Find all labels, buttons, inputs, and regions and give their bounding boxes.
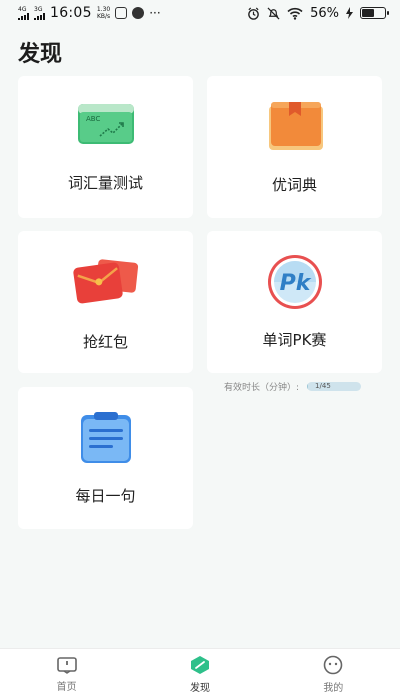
study-timer-progress: 1/45 xyxy=(307,382,362,391)
mute-bell-icon xyxy=(267,7,280,19)
network-speed: 1.30 KB/s xyxy=(97,6,110,20)
study-timer-value: 1/45 xyxy=(315,382,331,390)
card-label: 抢红包 xyxy=(82,333,128,351)
page-title: 发现 xyxy=(18,42,63,67)
tab-label: 首页 xyxy=(56,682,77,693)
charging-icon xyxy=(346,7,353,19)
speed-unit: KB/s xyxy=(96,13,111,20)
card-label: 每日一句 xyxy=(75,487,136,505)
tab-label: 发现 xyxy=(189,683,210,694)
dictionary-icon xyxy=(265,100,325,156)
battery-percent: 56% xyxy=(310,5,339,21)
cellular-signal-2-icon: 3G xyxy=(34,6,45,20)
card-label: 词汇量测试 xyxy=(67,174,143,192)
tab-discover[interactable]: 发现 xyxy=(160,655,240,694)
tab-label: 我的 xyxy=(323,683,344,694)
study-timer-label: 有效时长（分钟）: xyxy=(224,383,300,393)
speed-value: 1.30 xyxy=(96,6,111,13)
cellular-signal-1-icon: 4G xyxy=(18,6,29,20)
wifi-icon xyxy=(287,7,303,20)
card-label: 单词PK赛 xyxy=(262,331,327,349)
home-icon xyxy=(56,657,77,674)
status-bar: 4G 3G 16:05 1.30 KB/s ··· 56% xyxy=(0,0,400,26)
card-pk-contest[interactable]: Pk 单词PK赛 xyxy=(207,231,382,373)
card-red-envelope[interactable]: 抢红包 xyxy=(18,231,193,373)
app-notification-icon xyxy=(115,7,128,19)
pk-icon: Pk xyxy=(264,255,326,313)
tab-profile[interactable]: 我的 xyxy=(293,655,373,694)
study-timer: 有效时长（分钟）: 1/45 xyxy=(224,380,362,393)
card-label: 优词典 xyxy=(271,176,317,194)
pk-icon-text: Pk xyxy=(279,271,311,296)
alarm-icon xyxy=(248,7,259,20)
red-envelope-icon xyxy=(72,257,139,311)
discover-icon xyxy=(190,656,209,674)
abc-label: ABC xyxy=(86,115,100,123)
tab-home[interactable]: 首页 xyxy=(27,656,107,693)
bottom-tab-bar: 首页 发现 我的 xyxy=(0,648,400,700)
card-daily-sentence[interactable]: 每日一句 xyxy=(18,387,193,529)
daily-sentence-icon xyxy=(78,411,134,469)
vocabulary-test-icon: ABC xyxy=(76,102,136,152)
compass-notification-icon xyxy=(132,7,145,19)
card-dictionary[interactable]: 优词典 xyxy=(207,76,382,218)
battery-icon xyxy=(360,7,389,19)
clock: 16:05 xyxy=(50,5,92,21)
profile-icon xyxy=(324,655,343,675)
more-notifications: ··· xyxy=(149,6,161,20)
card-vocabulary-test[interactable]: ABC 词汇量测试 xyxy=(18,76,193,218)
